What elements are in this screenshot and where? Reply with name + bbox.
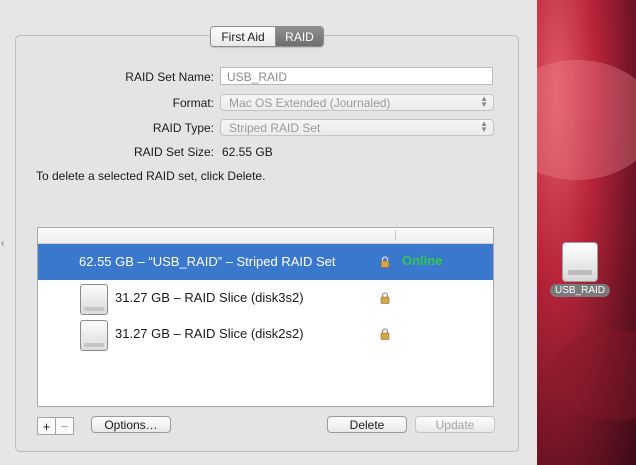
raid-type-value: Striped RAID Set bbox=[229, 121, 321, 135]
tab-first-aid[interactable]: First Aid bbox=[211, 27, 276, 46]
add-remove-control: + − bbox=[37, 417, 74, 435]
remove-button[interactable]: − bbox=[55, 418, 73, 434]
row-label: 62.55 GB – “USB_RAID” – Striped RAID Set bbox=[79, 254, 336, 269]
raid-set-name-label: RAID Set Name: bbox=[125, 70, 214, 84]
add-button[interactable]: + bbox=[38, 418, 55, 434]
update-button[interactable]: Update bbox=[415, 416, 495, 433]
list-header bbox=[38, 228, 493, 244]
list-row-raid-set[interactable]: 62.55 GB – “USB_RAID” – Striped RAID Set… bbox=[38, 244, 493, 280]
list-row-slice-2[interactable]: 31.27 GB – RAID Slice (disk2s2) bbox=[38, 316, 493, 352]
raid-list: 62.55 GB – “USB_RAID” – Striped RAID Set… bbox=[37, 227, 494, 407]
row-label: 31.27 GB – RAID Slice (disk3s2) bbox=[115, 290, 304, 305]
raid-type-label: RAID Type: bbox=[152, 121, 214, 135]
delete-button[interactable]: Delete bbox=[327, 416, 407, 433]
lock-icon bbox=[380, 256, 390, 268]
raid-set-size-value: 62.55 GB bbox=[222, 145, 273, 159]
lock-icon bbox=[380, 328, 390, 340]
updown-arrows-icon: ▲ ▼ bbox=[480, 94, 488, 109]
format-value: Mac OS Extended (Journaled) bbox=[229, 96, 391, 110]
format-label: Format: bbox=[172, 96, 214, 110]
options-button[interactable]: Options… bbox=[91, 416, 171, 433]
raid-type-popup[interactable]: Striped RAID Set ▲ ▼ bbox=[220, 119, 494, 136]
lock-icon bbox=[380, 292, 390, 304]
updown-arrows-icon: ▲ ▼ bbox=[480, 119, 488, 134]
list-row-slice-1[interactable]: 31.27 GB – RAID Slice (disk3s2) bbox=[38, 280, 493, 316]
row-label: 31.27 GB – RAID Slice (disk2s2) bbox=[115, 326, 304, 341]
tab-raid[interactable]: RAID bbox=[276, 27, 323, 46]
resize-arrow-icon: ‹ bbox=[1, 238, 5, 249]
desktop-disk-icon[interactable] bbox=[562, 242, 598, 282]
raid-set-name-field[interactable]: USB_RAID bbox=[220, 67, 493, 85]
disk-icon bbox=[80, 284, 108, 315]
tab-bar: First Aid RAID bbox=[210, 26, 324, 47]
status-online: Online bbox=[402, 253, 443, 268]
column-divider bbox=[395, 230, 396, 240]
delete-hint: To delete a selected RAID set, click Del… bbox=[36, 169, 266, 183]
desktop-disk-label[interactable]: USB_RAID bbox=[550, 284, 610, 297]
format-popup[interactable]: Mac OS Extended (Journaled) ▲ ▼ bbox=[220, 94, 494, 111]
disk-icon bbox=[80, 320, 108, 351]
raid-set-size-label: RAID Set Size: bbox=[133, 145, 214, 159]
desktop-wallpaper bbox=[537, 0, 636, 465]
